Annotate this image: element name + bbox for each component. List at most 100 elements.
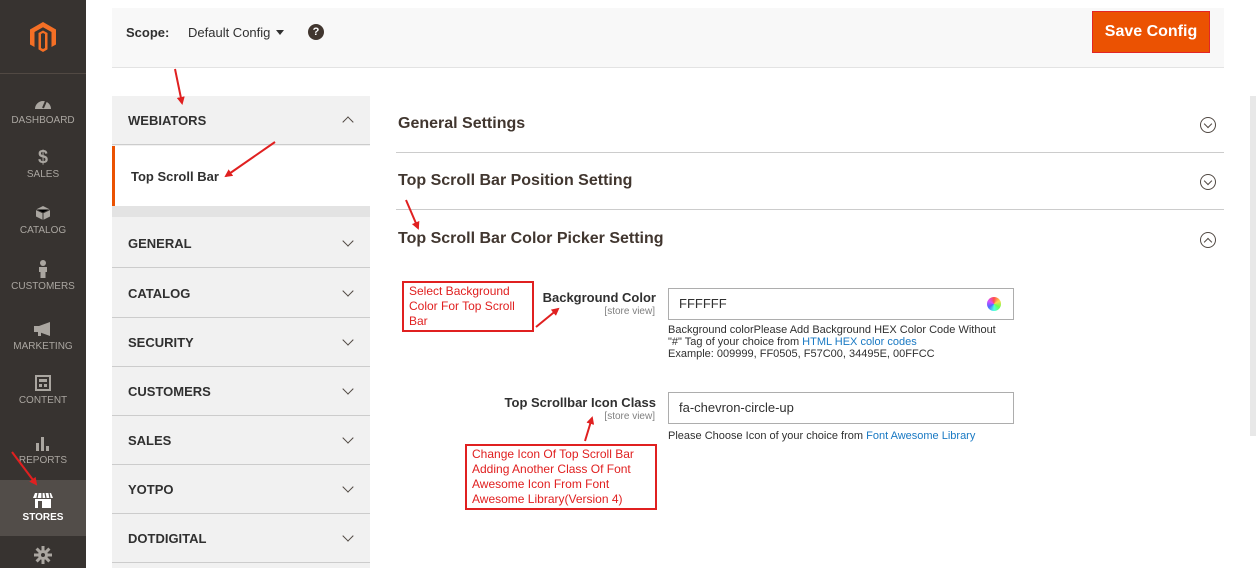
section-position-setting[interactable]: Top Scroll Bar Position Setting — [396, 153, 1224, 210]
bg-color-value: FFFFFF — [679, 296, 727, 311]
dashboard-gauge-icon — [32, 92, 54, 114]
icon-class-input[interactable]: fa-chevron-circle-up — [668, 392, 1014, 424]
color-picker-icon[interactable] — [987, 297, 1001, 311]
tab-top-scroll-bar[interactable]: Top Scroll Bar — [112, 146, 370, 206]
chevron-down-icon — [342, 530, 354, 542]
collapse-circle-icon — [1200, 232, 1216, 248]
magento-logo-icon — [30, 21, 56, 52]
tab-divider — [112, 206, 370, 217]
cube-icon — [32, 202, 54, 224]
scope-value: Default Config — [188, 25, 271, 40]
chevron-down-icon — [342, 383, 354, 395]
save-config-button[interactable]: Save Config — [1092, 11, 1210, 53]
annotation-icon-class: Change Icon Of Top Scroll Bar Adding Ano… — [465, 444, 657, 510]
html-hex-codes-link[interactable]: HTML HEX color codes — [802, 336, 917, 348]
bar-chart-icon — [32, 432, 54, 454]
tab-group-label: DOTDIGITAL — [128, 530, 207, 546]
dollar-icon: $ — [37, 146, 48, 167]
config-tabs: WEBIATORS Top Scroll Bar GENERAL CATALOG… — [112, 96, 370, 568]
caret-down-icon — [276, 30, 285, 35]
scope-label: Scope: — [126, 25, 170, 40]
page-scrollbar[interactable] — [1250, 96, 1256, 436]
chevron-up-icon — [342, 116, 354, 128]
nav-content[interactable]: CONTENT — [0, 372, 86, 406]
layout-icon — [32, 372, 54, 394]
tab-group-label: WEBIATORS — [128, 112, 207, 128]
tab-group-yotpo[interactable]: YOTPO — [112, 465, 370, 514]
tab-group-catalog[interactable]: CATALOG — [112, 269, 370, 318]
nav-stores[interactable]: STORES — [0, 480, 86, 536]
tab-group-label: SECURITY — [128, 334, 194, 350]
note-line: Example: 009999, FF0505, F57C00, 34495E,… — [668, 348, 935, 360]
nav-label: CONTENT — [18, 395, 68, 406]
tab-group-label: YOTPO — [128, 481, 174, 497]
tab-group-dotdigital[interactable]: DOTDIGITAL — [112, 514, 370, 563]
annotation-bg-color: Select Background Color For Top Scroll B… — [402, 281, 534, 332]
scope-switcher[interactable]: Default Config — [188, 25, 285, 40]
annotation-line: Bar — [409, 314, 428, 328]
tab-group-label: CATALOG — [128, 285, 191, 301]
tab-group-general[interactable]: GENERAL — [112, 219, 370, 268]
nav-label: CATALOG — [19, 225, 67, 236]
help-icon[interactable]: ? — [308, 24, 324, 40]
storefront-icon — [32, 489, 54, 511]
tab-group-label: CUSTOMERS — [128, 383, 211, 399]
tab-group-sales[interactable]: SALES — [112, 416, 370, 465]
note-line: Background colorPlease Add Background HE… — [668, 324, 996, 336]
note-line: "#" Tag of your choice from HTML HEX col… — [668, 336, 996, 348]
note-text: "#" Tag of your choice from — [668, 336, 803, 348]
nav-label: CUSTOMERS — [11, 281, 75, 292]
note-text: Please Choose Icon of your choice from — [668, 430, 867, 442]
tab-group-webiators[interactable]: WEBIATORS — [112, 96, 370, 145]
nav-sales[interactable]: $ SALES — [0, 146, 86, 181]
font-awesome-link[interactable]: Font Awesome Library — [866, 430, 975, 442]
nav-system[interactable] — [0, 544, 86, 567]
annotation-line: Awesome Library(Version 4) — [472, 492, 623, 506]
section-title: Top Scroll Bar Position Setting — [398, 172, 633, 189]
nav-label: STORES — [22, 512, 64, 523]
nav-reports[interactable]: REPORTS — [0, 432, 86, 466]
nav-customers[interactable]: CUSTOMERS — [0, 258, 86, 292]
tab-item-label: Top Scroll Bar — [131, 168, 219, 184]
icon-class-note: Please Choose Icon of your choice from F… — [668, 430, 975, 442]
nav-dashboard[interactable]: DASHBOARD — [0, 92, 86, 126]
tab-group-label: SALES — [128, 432, 172, 448]
expand-circle-icon — [1200, 174, 1216, 190]
tab-group-customers[interactable]: CUSTOMERS — [112, 367, 370, 416]
nav-label: REPORTS — [18, 455, 68, 466]
section-general-settings[interactable]: General Settings — [396, 96, 1224, 153]
section-title: Top Scroll Bar Color Picker Setting — [398, 230, 664, 247]
nav-label: DASHBOARD — [11, 115, 75, 126]
nav-label: MARKETING — [13, 341, 73, 352]
nav-label: SALES — [26, 169, 60, 180]
annotation-line: Color For Top Scroll — [409, 299, 515, 313]
page-actions-header: Scope: Default Config ? Save Config — [112, 8, 1224, 68]
megaphone-icon — [32, 318, 54, 340]
icon-class-scope: [store view] — [604, 411, 655, 422]
annotation-line: Change Icon Of Top Scroll Bar — [472, 447, 634, 461]
tab-group-label: GENERAL — [128, 235, 192, 251]
nav-marketing[interactable]: MARKETING — [0, 318, 86, 352]
gear-icon — [32, 544, 54, 566]
nav-catalog[interactable]: CATALOG — [0, 202, 86, 236]
icon-class-label: Top Scrollbar Icon Class — [504, 395, 656, 410]
annotation-line: Awesome Icon From Font — [472, 477, 610, 491]
magento-logo[interactable] — [0, 0, 86, 74]
tab-group-security[interactable]: SECURITY — [112, 318, 370, 367]
chevron-down-icon — [342, 235, 354, 247]
icon-class-value: fa-chevron-circle-up — [679, 400, 794, 415]
section-color-picker-setting[interactable]: Top Scroll Bar Color Picker Setting — [396, 211, 1224, 268]
person-icon — [32, 258, 54, 280]
chevron-down-icon — [342, 481, 354, 493]
chevron-down-icon — [342, 334, 354, 346]
annotation-line: Select Background — [409, 284, 510, 298]
admin-menu: DASHBOARD $ SALES CATALOG CUSTOMERS MARK… — [0, 0, 86, 568]
bg-color-note: Background colorPlease Add Background HE… — [668, 324, 996, 360]
section-title: General Settings — [398, 115, 526, 132]
chevron-down-icon — [342, 432, 354, 444]
admin-page: DASHBOARD $ SALES CATALOG CUSTOMERS MARK… — [0, 0, 1256, 568]
annotation-line: Adding Another Class Of Font — [472, 462, 631, 476]
bg-color-input[interactable]: FFFFFF — [668, 288, 1014, 320]
expand-circle-icon — [1200, 117, 1216, 133]
chevron-down-icon — [342, 285, 354, 297]
